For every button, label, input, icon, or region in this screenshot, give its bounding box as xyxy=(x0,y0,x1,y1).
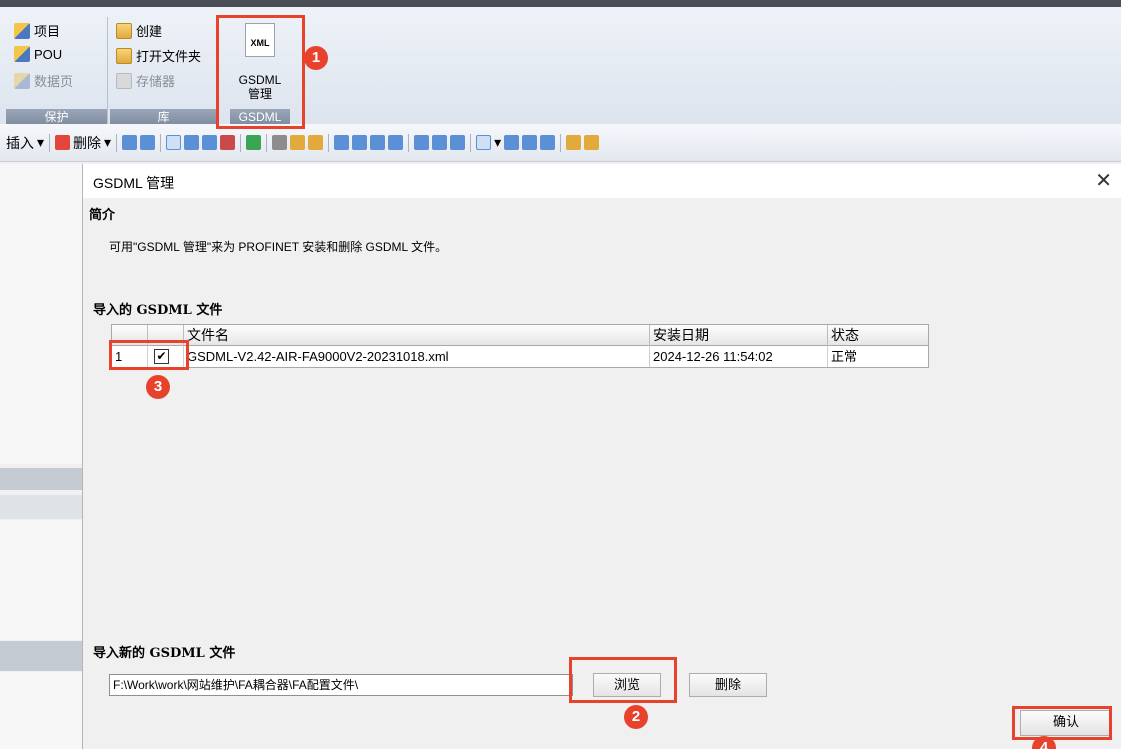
toolbar-separator xyxy=(266,133,268,152)
left-panel-bar xyxy=(0,495,82,519)
settings-key-icon[interactable] xyxy=(584,135,600,150)
grid-icon[interactable] xyxy=(122,135,138,150)
ribbon: 项目 POU 数据页 保护 创建 打开文件夹 存储器 库 XML GSDML 管… xyxy=(0,0,1121,125)
grid2-icon[interactable] xyxy=(140,135,156,150)
toolbar-separator xyxy=(240,133,242,152)
ribbon-item-pou-label: POU xyxy=(34,46,63,62)
left-panel-top xyxy=(0,164,82,464)
toolbar: 插入 ▾ 删除 ▾ ▾ xyxy=(0,124,1121,162)
datapage-key-icon xyxy=(14,72,30,89)
create-folder-icon xyxy=(116,22,132,39)
coil-icon[interactable] xyxy=(432,135,448,150)
imported-files-table: 文件名 安装日期 状态 1 ✔ GSDML-V2.42-AIR-FA9000V2… xyxy=(111,324,929,368)
ribbon-item-project-label: 项目 xyxy=(34,24,61,39)
dialog-title: GSDML 管理 xyxy=(93,175,175,191)
comment-icon[interactable] xyxy=(540,135,556,150)
protect-group-label: 保护 xyxy=(6,109,107,125)
function-dropdown-icon[interactable]: ▾ xyxy=(494,134,501,151)
toolbar-separator xyxy=(116,133,118,152)
table-row[interactable]: 1 ✔ GSDML-V2.42-AIR-FA9000V2-20231018.xm… xyxy=(112,346,928,368)
open-folder-icon xyxy=(116,47,132,64)
lock-icon[interactable] xyxy=(272,135,288,150)
library-group-label: 库 xyxy=(110,109,217,125)
lock2-icon[interactable] xyxy=(290,135,306,150)
row-date: 2024-12-26 11:54:02 xyxy=(650,346,828,367)
key-icon[interactable] xyxy=(566,135,582,150)
callout-badge-1: 1 xyxy=(304,46,328,70)
callout-badge-2: 2 xyxy=(624,705,648,729)
imported-files-title: 导入的 GSDML 文件 xyxy=(93,303,223,318)
screen: 项目 POU 数据页 保护 创建 打开文件夹 存储器 库 XML GSDML 管… xyxy=(0,0,1121,749)
branch-up-icon[interactable] xyxy=(370,135,386,150)
pou-key-icon xyxy=(14,46,30,62)
toolbar-separator xyxy=(49,133,51,152)
dialog-titlebar: GSDML 管理 ✕ xyxy=(83,164,1121,198)
library-group: 创建 打开文件夹 存储器 库 xyxy=(110,17,218,125)
ribbon-item-create-label: 创建 xyxy=(136,24,163,39)
intro-title: 简介 xyxy=(89,208,116,223)
ribbon-item-pou[interactable]: POU xyxy=(14,46,62,62)
ribbon-item-storage-label: 存储器 xyxy=(136,74,176,89)
lock3-icon[interactable] xyxy=(308,135,324,150)
callout-box-checkbox xyxy=(109,340,189,370)
ribbon-item-datapage: 数据页 xyxy=(14,71,73,90)
protect-group: 项目 POU 数据页 保护 xyxy=(6,17,108,125)
toolbar-separator xyxy=(408,133,410,152)
storage-icon xyxy=(116,72,132,89)
callout-box-gsdml xyxy=(216,15,305,129)
green-box-icon[interactable] xyxy=(246,135,262,150)
contact-right-icon[interactable] xyxy=(202,135,218,150)
edit-icon[interactable] xyxy=(522,135,538,150)
rect-icon[interactable] xyxy=(166,135,182,150)
project-key-icon xyxy=(14,22,30,39)
toolbar-separator xyxy=(470,133,472,152)
intro-text: 可用"GSDML 管理"来为 PROFINET 安装和删除 GSDML 文件。 xyxy=(109,240,448,254)
delete-x-icon xyxy=(55,135,71,150)
import-new-title: 导入新的 GSDML 文件 xyxy=(93,646,236,661)
left-panel-middle xyxy=(0,520,82,640)
row-status: 正常 xyxy=(831,349,858,364)
left-panel-bottom xyxy=(0,672,82,749)
ribbon-item-open-folder[interactable]: 打开文件夹 xyxy=(116,46,201,65)
ribbon-item-create[interactable]: 创建 xyxy=(116,21,162,40)
ribbon-item-project[interactable]: 项目 xyxy=(14,21,60,40)
column-header-status[interactable]: 状态 xyxy=(828,325,928,346)
contact-icon[interactable] xyxy=(414,135,430,150)
insert-dropdown-icon[interactable]: ▾ xyxy=(37,134,44,151)
toolbar-separator xyxy=(160,133,162,152)
toolbar-delete[interactable]: 删除 xyxy=(73,133,101,153)
column-header-date[interactable]: 安装日期 xyxy=(650,325,828,346)
callout-badge-3: 3 xyxy=(146,375,170,399)
left-panel-header xyxy=(0,468,82,490)
contact-left-icon[interactable] xyxy=(184,135,200,150)
ribbon-item-storage: 存储器 xyxy=(116,71,175,90)
arrow-right-icon[interactable] xyxy=(388,135,404,150)
branch-icon[interactable] xyxy=(334,135,350,150)
ribbon-item-open-folder-label: 打开文件夹 xyxy=(136,49,202,64)
toolbar-separator xyxy=(560,133,562,152)
branch-down-icon[interactable] xyxy=(352,135,368,150)
column-header-filename[interactable]: 文件名 xyxy=(184,325,650,346)
function-box-icon[interactable] xyxy=(476,135,492,150)
callout-box-confirm xyxy=(1012,706,1112,740)
callout-box-browse xyxy=(569,657,677,703)
ribbon-item-datapage-label: 数据页 xyxy=(34,74,74,89)
toolbar-insert[interactable]: 插入 xyxy=(6,133,34,153)
row-filename: GSDML-V2.42-AIR-FA9000V2-20231018.xml xyxy=(184,346,650,367)
set-coil-icon[interactable] xyxy=(450,135,466,150)
close-icon[interactable]: ✕ xyxy=(1095,168,1112,193)
delete-dropdown-icon[interactable]: ▾ xyxy=(104,134,111,151)
network-icon[interactable] xyxy=(504,135,520,150)
left-panel-header2 xyxy=(0,641,82,671)
table-header: 文件名 安装日期 状态 xyxy=(112,325,928,346)
delete-button[interactable]: 删除 xyxy=(689,673,767,697)
path-input[interactable]: F:\Work\work\网站维护\FA耦合器\FA配置文件\ xyxy=(109,674,573,696)
remove-contact-icon[interactable] xyxy=(220,135,236,150)
toolbar-separator xyxy=(328,133,330,152)
